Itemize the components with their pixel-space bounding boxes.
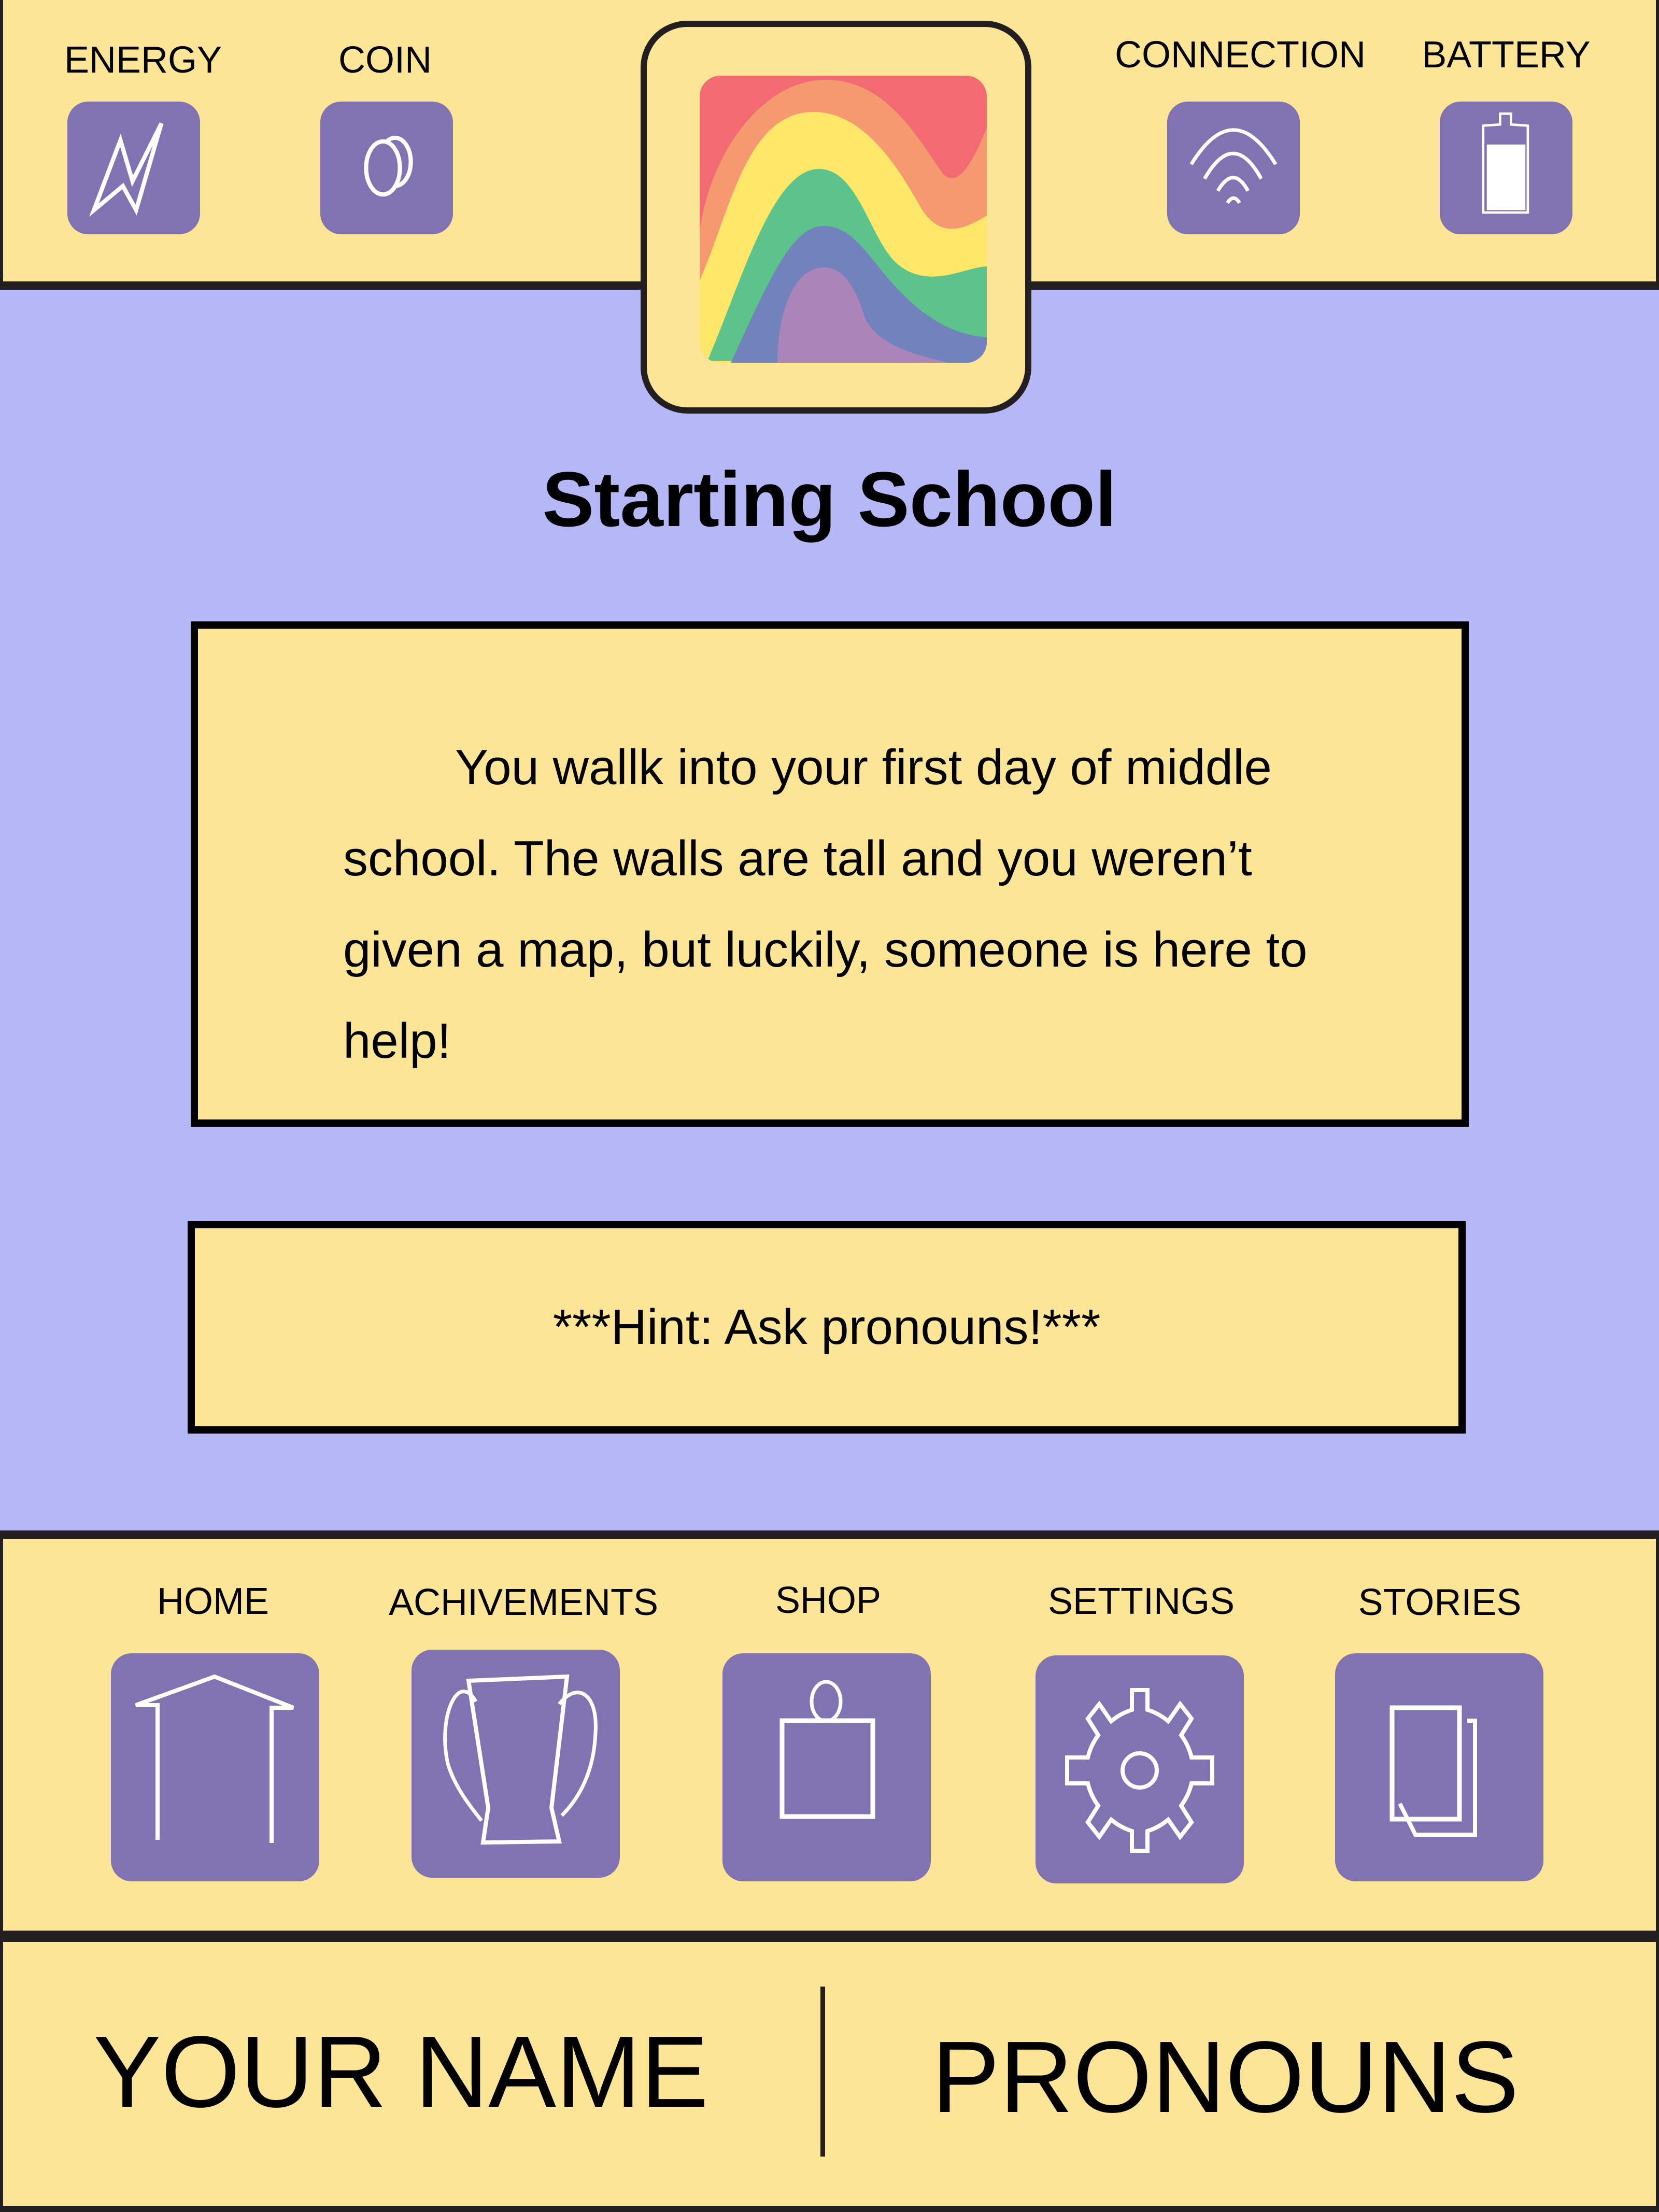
nav-home-button[interactable] [111,1653,319,1881]
battery-label: BATTERY [1422,34,1591,76]
shopping-bag-icon [779,1680,875,1819]
nav-label-achievements: ACHIVEMENTS [388,1582,659,1623]
nav-label-home: HOME [157,1581,269,1622]
wifi-icon [1189,128,1278,204]
coin-label: COIN [338,39,432,81]
nav-label-shop: SHOP [775,1580,882,1621]
connection-button[interactable] [1167,102,1300,234]
story-box: You wallk into your first day of middle … [191,621,1469,1127]
hint-text: ***Hint: Ask pronouns!*** [552,1299,1101,1355]
nav-shop-button[interactable] [722,1653,931,1881]
nav-stories-button[interactable] [1335,1653,1543,1881]
nav-achievements-button[interactable] [412,1650,620,1878]
battery-button[interactable] [1440,102,1572,234]
hint-box: ***Hint: Ask pronouns!*** [188,1221,1466,1434]
nav-label-settings: SETTINGS [1047,1581,1235,1622]
energy-button[interactable] [67,102,200,234]
gear-icon [1065,1688,1214,1853]
battery-icon [1482,112,1529,214]
connection-label: CONNECTION [1115,34,1366,76]
lightning-bolt-icon [89,122,164,217]
trophy-icon [443,1674,598,1845]
pages-icon [1389,1705,1477,1837]
profile-divider [820,1987,825,2157]
nav-label-stories: STORIES [1358,1582,1522,1623]
coins-icon [364,135,413,197]
rainbow-logo-icon [700,76,987,363]
coin-button[interactable] [320,102,453,234]
player-name[interactable]: YOUR NAME [93,2021,708,2123]
nav-settings-button[interactable] [1036,1655,1244,1883]
home-icon [135,1674,294,1843]
page-title: Starting School [542,456,1117,543]
player-pronouns[interactable]: PRONOUNS [932,2026,1519,2128]
battery-level-fill [1486,144,1526,210]
story-text: You wallk into your first day of middle … [343,740,1308,1069]
energy-label: ENERGY [64,39,222,81]
